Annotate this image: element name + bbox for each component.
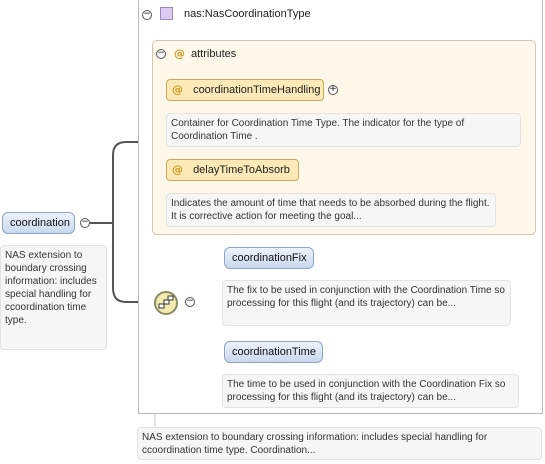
element-doc: The time to be used in conjunction with …	[222, 374, 519, 408]
element-coordination-fix[interactable]: coordinationFix	[224, 247, 314, 269]
attribute-icon: @	[172, 83, 183, 96]
sequence-collapse-toggle[interactable]: −	[185, 297, 195, 307]
attribute-group-icon: @	[174, 47, 185, 60]
attribute-doc: Container for Coordination Time Type. Th…	[166, 113, 521, 147]
element-collapse-toggle[interactable]: −	[80, 218, 90, 228]
attributes-label: attributes	[191, 48, 237, 60]
element-coordination-time[interactable]: coordinationTime	[224, 341, 323, 363]
type-doc: NAS extension to boundary crossing infor…	[137, 427, 542, 460]
type-name: nas:NasCoordinationType	[184, 8, 311, 20]
attribute-name: delayTimeToAbsorb	[193, 164, 290, 176]
complex-type-icon	[160, 7, 173, 20]
attribute-coordination-time-handling[interactable]: @ coordinationTimeHandling	[166, 79, 324, 101]
attributes-collapse-toggle[interactable]: −	[156, 49, 166, 59]
attribute-delay-time-to-absorb[interactable]: @ delayTimeToAbsorb	[166, 159, 299, 181]
attribute-doc: Indicates the amount of time that needs …	[166, 193, 496, 227]
attribute-name: coordinationTimeHandling	[193, 84, 321, 96]
type-collapse-toggle[interactable]: −	[142, 10, 152, 20]
element-doc: NAS extension to boundary crossing infor…	[0, 245, 107, 350]
element-doc: The fix to be used in conjunction with t…	[222, 280, 511, 326]
attribute-expand-toggle[interactable]: +	[328, 85, 338, 95]
element-coordination[interactable]: coordination	[2, 212, 75, 234]
sequence-compositor-icon[interactable]	[154, 291, 178, 315]
attribute-icon: @	[172, 163, 183, 176]
